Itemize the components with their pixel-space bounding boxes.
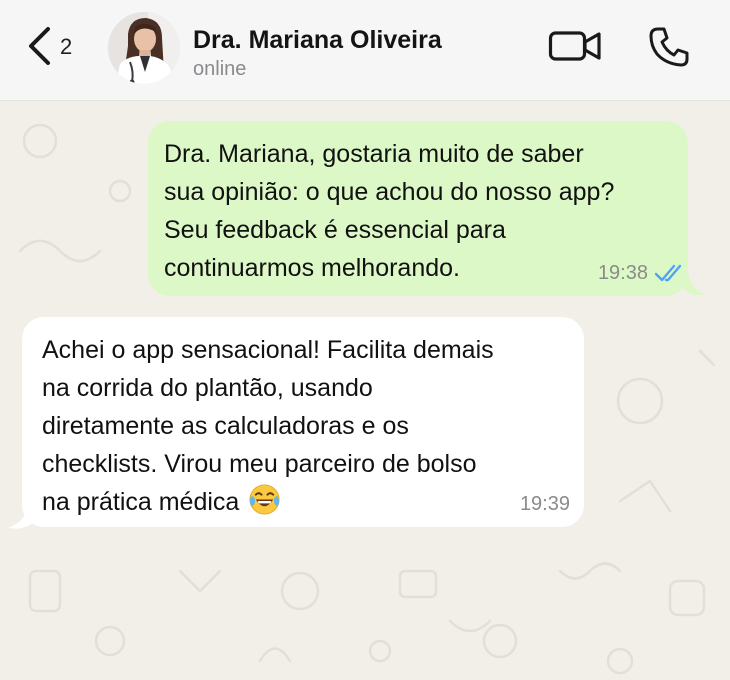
chevron-left-icon [29,27,50,65]
chat-header: 2 Dra. Mariana Oliveira online [0,0,730,101]
back-button[interactable]: 2 [26,24,72,68]
phone-icon [649,27,689,67]
chat-area[interactable]: Dra. Mariana, gostaria muito de saber su… [0,101,730,680]
tears-of-joy-emoji-icon [249,484,280,515]
incoming-message[interactable]: Achei o app sensacional! Facilita demais… [22,317,584,527]
video-call-button[interactable] [548,28,602,69]
message-time: 19:39 [519,493,570,515]
contact-name[interactable]: Dra. Mariana Oliveira [193,26,442,55]
unread-count: 2 [60,34,73,59]
message-meta: 19:38 [598,254,688,292]
message-text: Achei o app sensacional! Facilita demais… [42,336,494,516]
video-camera-icon [548,31,601,61]
message-time: 19:38 [597,262,648,284]
contact-status: online [193,58,247,80]
message-meta: 19:39 [520,485,570,523]
message-text: Dra. Mariana, gostaria muito de saber su… [164,140,615,282]
avatar[interactable] [108,12,180,84]
outgoing-message[interactable]: Dra. Mariana, gostaria muito de saber su… [148,121,688,296]
voice-call-button[interactable] [648,26,690,73]
double-check-read-icon [654,264,682,282]
